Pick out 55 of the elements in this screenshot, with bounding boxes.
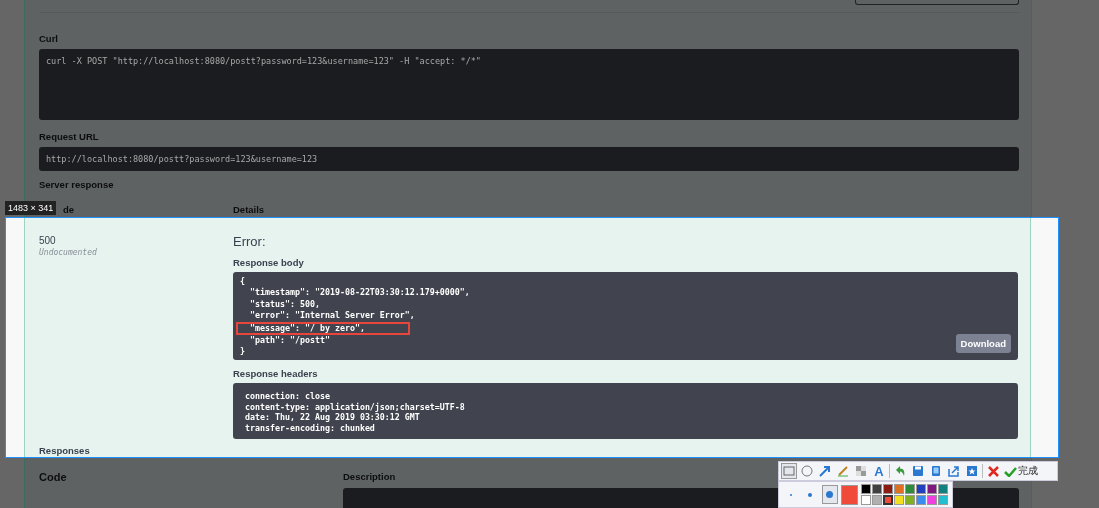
share-icon[interactable] [946, 463, 962, 479]
rectangle-tool-icon[interactable] [781, 463, 797, 479]
request-url: http://localhost:8080/postt?password=123&username=123 [39, 147, 1019, 171]
color-swatch[interactable] [916, 495, 926, 505]
color-swatch[interactable] [894, 495, 904, 505]
json-line: "status": 500, [249, 298, 320, 311]
color-swatch[interactable] [883, 484, 893, 494]
color-swatch[interactable] [938, 495, 948, 505]
button-outline[interactable] [855, 0, 1019, 5]
json-line: "error": "Internal Server Error", [249, 310, 415, 322]
column-header: Description [343, 471, 397, 483]
save-icon[interactable] [910, 463, 926, 479]
text-tool[interactable]: A [871, 463, 887, 479]
color-swatch[interactable] [883, 495, 893, 505]
section-label: Response body [233, 257, 305, 269]
json-line: "message": "/ by zero", [249, 323, 365, 333]
json-line: { [240, 276, 245, 288]
color-swatch[interactable] [861, 495, 871, 505]
json-line: "timestamp": "2019-08-22T03:30:12.179+0000", [249, 287, 470, 299]
close-icon[interactable] [985, 463, 1001, 479]
section-label: Responses [39, 445, 91, 457]
color-swatch[interactable] [872, 495, 882, 505]
color-swatch[interactable] [927, 495, 937, 505]
section-label: Server response [39, 179, 115, 191]
ellipse-tool-icon[interactable] [799, 463, 815, 479]
json-line: } [240, 346, 245, 358]
section-label: Curl [39, 33, 59, 45]
response-headers: connection: close content-type: application/json;charset=UTF-8 date: Thu, 22 Aug 2019 03:30:12 GMT transfer-encoding: chunked [244, 390, 465, 433]
response-code: 500 [39, 235, 57, 247]
color-swatch[interactable] [927, 484, 937, 494]
color-swatch[interactable] [872, 484, 882, 494]
code-note: Undocumented [39, 247, 98, 259]
color-swatch[interactable] [916, 484, 926, 494]
error-title: Error: [233, 235, 267, 249]
done-button[interactable]: 完成 [1003, 464, 1039, 478]
curl-command: curl -X POST "http://localhost:8080/postt?password=123&username=123" -H "accept: */*" [39, 49, 1019, 120]
color-swatch[interactable] [938, 484, 948, 494]
size-badge: 1483 × 341 [5, 201, 57, 215]
color-swatch[interactable] [861, 484, 871, 494]
column-header: de [63, 204, 76, 216]
check-icon [1004, 465, 1017, 477]
column-header: Code [39, 471, 68, 483]
json-line: "path": "/postt" [249, 334, 330, 347]
section-label: Response headers [233, 368, 319, 380]
color-swatch[interactable] [905, 484, 915, 494]
mosaic-tool-icon[interactable] [853, 463, 869, 479]
brush-size[interactable] [821, 485, 838, 504]
section-label: Request URL [39, 131, 100, 143]
download-button[interactable]: Download [955, 334, 1011, 353]
color-swatch[interactable] [905, 495, 915, 505]
current-color-swatch [840, 484, 858, 505]
pen-tool-icon[interactable] [835, 463, 851, 479]
arrow-tool-icon[interactable] [817, 463, 833, 479]
column-header: Details [233, 204, 266, 216]
color-swatch[interactable] [894, 484, 904, 494]
